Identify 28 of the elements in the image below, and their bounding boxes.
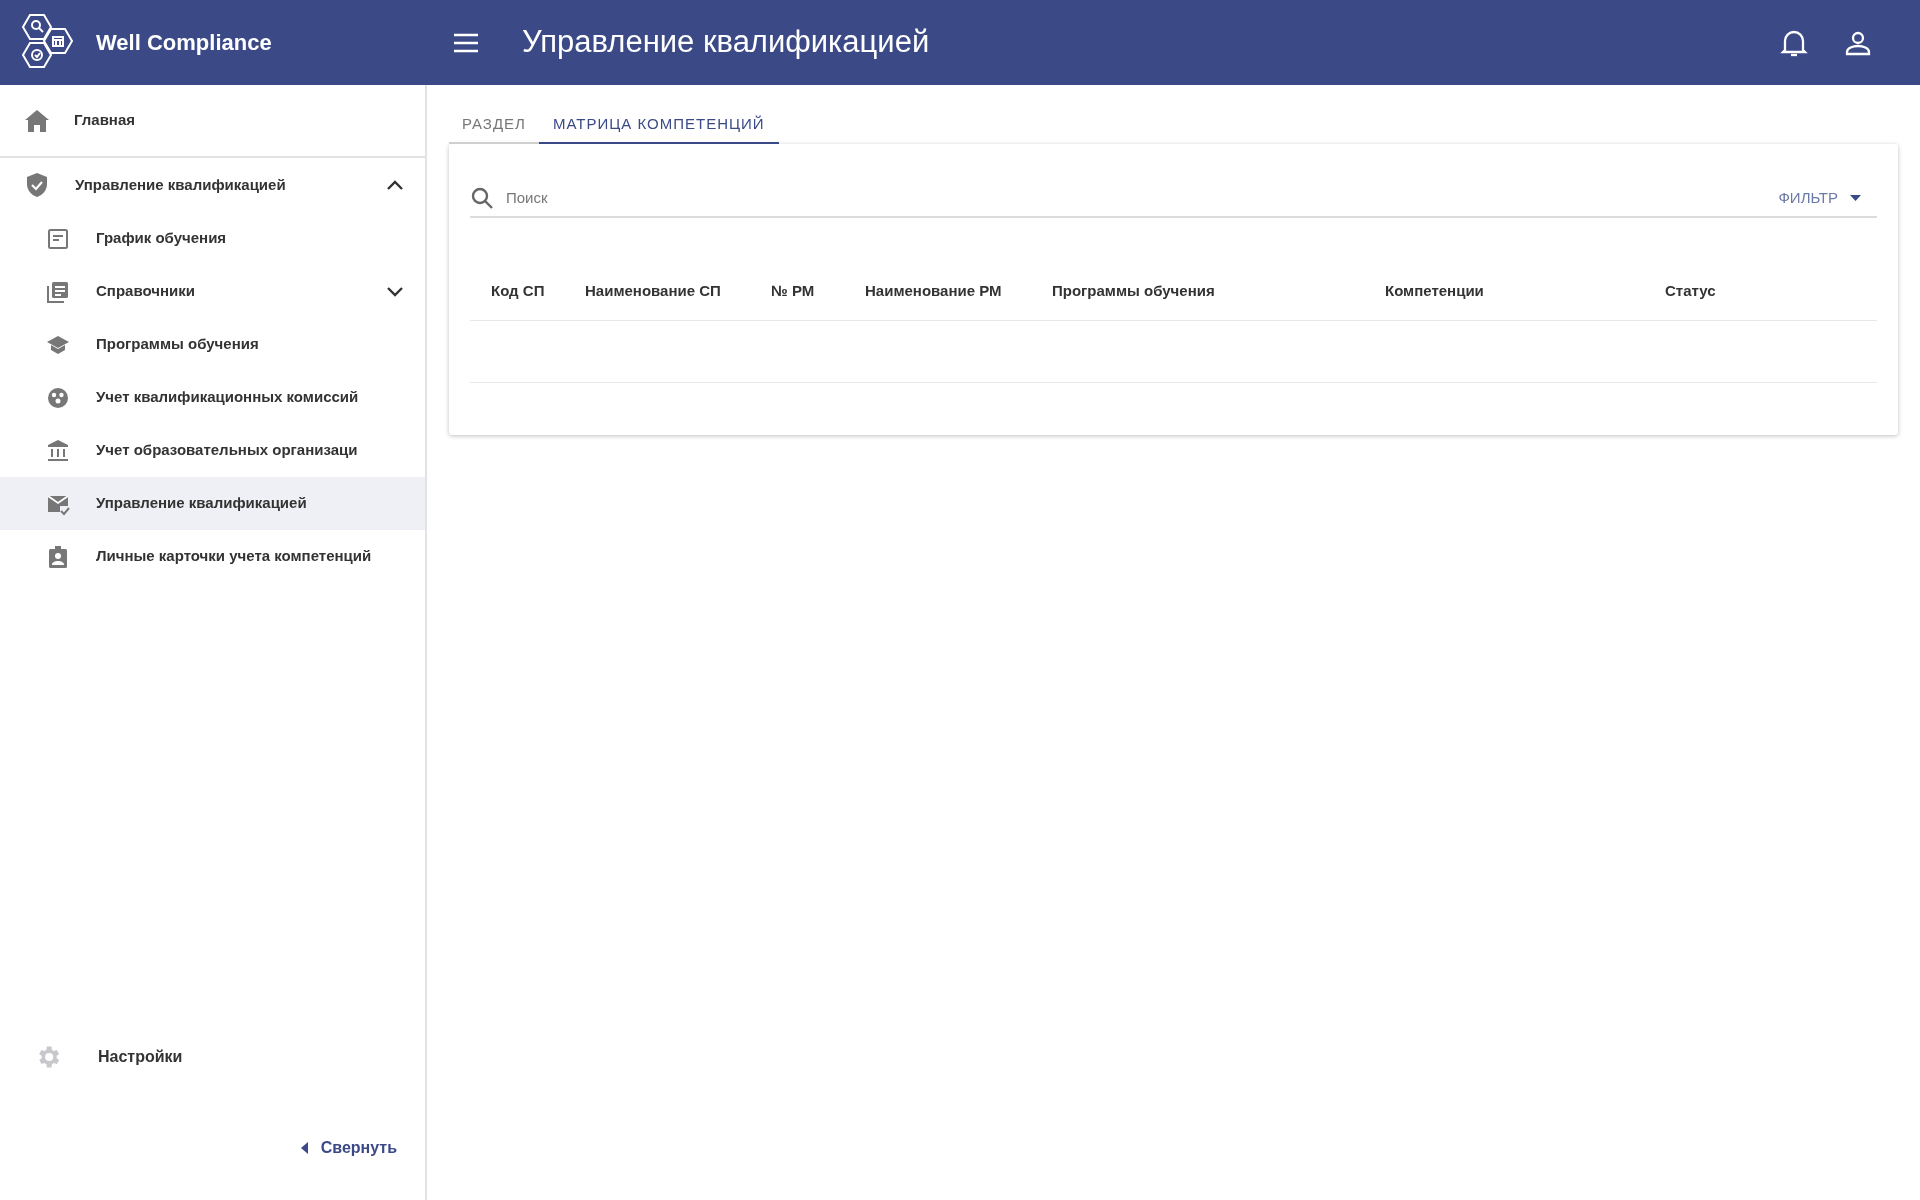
collapse-button[interactable]: Свернуть [300,1136,397,1160]
column-header: Компетенции [1384,280,1485,301]
filter-button[interactable]: ФИЛЬТР [1778,186,1861,210]
nav-section[interactable]: Управление квалификацией [0,158,425,212]
nav-item[interactable]: Главная [0,85,425,158]
badge-icon [46,544,70,569]
column-header: Статус [1664,280,1717,301]
search-icon [470,186,494,210]
column-header: Наименование РМ [864,280,1003,301]
column-header: Код СП [490,280,546,301]
people-icon [46,385,70,410]
app-name: Well Compliance [96,29,272,57]
settings-item[interactable]: Настройки [0,1030,425,1084]
nav-item[interactable]: Управление квалификацией [0,477,425,530]
documents-icon [46,279,70,304]
column-header: № РМ [770,280,816,301]
column-header: Программы обучения [1051,280,1216,301]
column-header: Наименование СП [584,280,722,301]
search-field[interactable]: Поиск [506,186,1779,210]
chevron-up-icon [387,180,403,190]
chevron-down-icon [387,286,403,297]
home-icon [24,108,50,133]
page-title: Управление квалификацией [522,23,930,62]
caret-down-icon [1850,195,1861,201]
document-icon [46,226,70,251]
bank-icon [46,438,70,463]
shield-check-icon [26,172,48,198]
caret-left-icon [300,1142,309,1154]
